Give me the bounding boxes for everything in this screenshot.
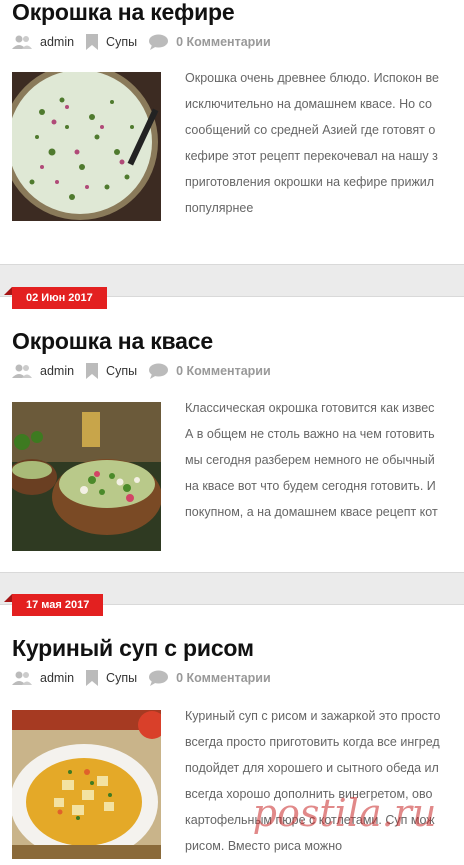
post-excerpt: Окрошка очень древнее блюдо. Испокон ве … [185, 65, 464, 221]
post-date: 02 Июн 2017 [26, 292, 93, 304]
post-thumbnail[interactable] [12, 72, 161, 221]
category-meta[interactable]: Супы [86, 34, 137, 50]
excerpt-line: сообщений со средней Азией где готовят о [185, 123, 436, 137]
category-link[interactable]: Супы [106, 364, 137, 378]
excerpt-line: картофельным пюре с котлетами. Суп мож [185, 813, 435, 827]
post-title[interactable]: Окрошка на кефире [12, 0, 235, 26]
post-meta: admin Супы 0 Комментарии [12, 362, 283, 380]
excerpt-line: покупном, а на домашнем квасе рецепт кот [185, 505, 438, 519]
post-thumbnail[interactable] [12, 710, 161, 859]
excerpt-line: исключительно на домашнем квасе. Но со [185, 97, 432, 111]
user-icon [12, 671, 32, 685]
comment-icon [149, 670, 169, 686]
excerpt-line: популярнее [185, 201, 254, 215]
post-title[interactable]: Куриный суп с рисом [12, 635, 254, 662]
date-badge: 02 Июн 2017 [4, 287, 107, 309]
author-meta[interactable]: admin [12, 364, 74, 378]
author-meta[interactable]: admin [12, 671, 74, 685]
author-name[interactable]: admin [40, 364, 74, 378]
category-link[interactable]: Супы [106, 35, 137, 49]
excerpt-line: А в общем не столь важно на чем готовить [185, 427, 435, 441]
comments-meta[interactable]: 0 Комментарии [149, 670, 271, 686]
user-icon [12, 364, 32, 378]
excerpt-line: кефире этот рецепт перекочевал на нашу з [185, 149, 438, 163]
post-excerpt: Куриный суп с рисом и зажаркой это прост… [185, 703, 464, 859]
comments-link[interactable]: 0 Комментарии [176, 364, 271, 378]
author-name[interactable]: admin [40, 35, 74, 49]
excerpt-line: Куриный суп с рисом и зажаркой это прост… [185, 709, 441, 723]
bookmark-icon [86, 670, 99, 686]
author-meta[interactable]: admin [12, 35, 74, 49]
excerpt-line: мы сегодня разберем немного не обычный [185, 453, 435, 467]
post-meta: admin Супы 0 Комментарии [12, 669, 283, 687]
comments-meta[interactable]: 0 Комментарии [149, 363, 271, 379]
comments-meta[interactable]: 0 Комментарии [149, 34, 271, 50]
comments-link[interactable]: 0 Комментарии [176, 671, 271, 685]
category-link[interactable]: Супы [106, 671, 137, 685]
excerpt-line: на квасе вот что будем сегодня готовить.… [185, 479, 436, 493]
comments-link[interactable]: 0 Комментарии [176, 35, 271, 49]
excerpt-line: всегда просто приготовить когда все ингр… [185, 735, 440, 749]
post-title[interactable]: Окрошка на квасе [12, 328, 213, 355]
category-meta[interactable]: Супы [86, 363, 137, 379]
excerpt-line: приготовления окрошки на кефире прижил [185, 175, 435, 189]
excerpt-line: Окрошка очень древнее блюдо. Испокон ве [185, 71, 439, 85]
post-meta: admin Супы 0 Комментарии [12, 33, 283, 51]
date-badge: 17 мая 2017 [3, 594, 104, 616]
post-date: 17 мая 2017 [26, 599, 90, 611]
bookmark-icon [86, 34, 99, 50]
category-meta[interactable]: Супы [86, 670, 137, 686]
excerpt-line: Классическая окрошка готовится как извес [185, 401, 435, 415]
excerpt-line: рисом. Вместо риса можно [185, 839, 343, 853]
user-icon [12, 35, 32, 49]
post-excerpt: Классическая окрошка готовится как извес… [185, 395, 464, 525]
author-name[interactable]: admin [40, 671, 74, 685]
bookmark-icon [86, 363, 99, 379]
excerpt-line: всегда хорошо дополнить винегретом, ово [185, 787, 433, 801]
post-thumbnail[interactable] [12, 402, 161, 551]
excerpt-line: подойдет для хорошего и сытного обеда ил [185, 761, 439, 775]
comment-icon [149, 363, 169, 379]
comment-icon [149, 34, 169, 50]
